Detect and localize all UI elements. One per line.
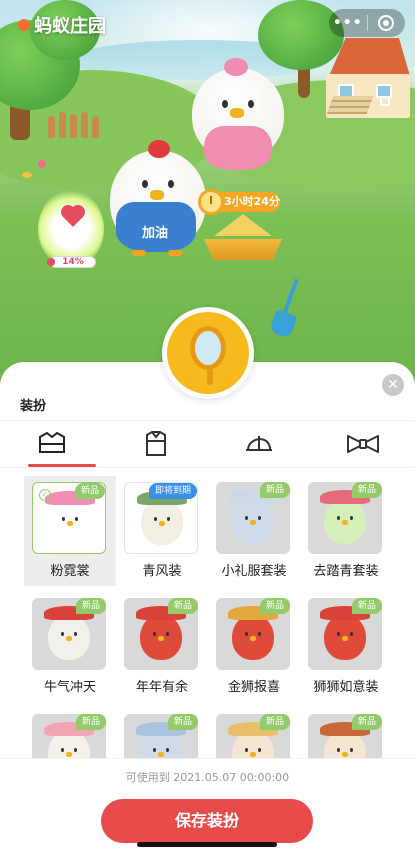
tray-icon[interactable] [380,96,390,106]
outfit-hen-image [232,498,274,544]
tab-accessory[interactable] [311,421,415,467]
selected-check-icon: ✓ [39,489,51,501]
player-hen[interactable]: 加油 [110,140,206,256]
new-badge: 新品 [259,714,290,730]
outfit-hen-image [49,499,91,545]
outfit-item[interactable]: 新品小礼服套装 [208,476,300,586]
pink-hen[interactable] [192,58,284,170]
outfit-label: 粉霓裳 [50,564,90,579]
expiring-badge: 即将到期 [148,483,197,499]
new-badge: 新品 [351,482,382,498]
close-circle-icon[interactable] [368,15,406,31]
outfit-label: 小礼服套装 [221,564,287,579]
outfit-label: 牛气冲天 [43,680,96,695]
sheet-footer: 可使用到 2021.05.07 00:00:00 保存装扮 [0,758,415,853]
outfit-thumbnail: 新品 [308,598,382,670]
new-badge: 新品 [167,598,198,614]
shirt-icon [145,431,166,456]
mini-program-capsule: ••• [329,9,405,37]
cap-icon [246,436,273,451]
outfit-label: 金狮报喜 [227,680,280,695]
outfit-thumbnail: 新品 [32,598,106,670]
sheet-title: 装扮 [20,399,47,414]
save-outfit-button[interactable]: 保存装扮 [101,799,313,843]
stairs [326,96,374,114]
shovel-icon[interactable] [268,278,300,340]
outfit-label: 青风装 [142,564,182,579]
outfit-item[interactable]: 新品去踏青套装 [300,476,392,586]
app-logo-icon [18,19,30,31]
new-badge: 新品 [75,598,106,614]
outfit-item[interactable]: 新品年年有余 [116,592,208,702]
progress-pin-icon [47,258,55,266]
outfit-thumbnail: 新品 [216,598,290,670]
tab-outfit[interactable] [0,421,104,467]
mirror-button[interactable] [162,307,254,399]
feed-timer-badge: 3小时24分 [198,189,280,215]
outfit-hen-image [140,614,182,660]
outfit-hen-image [48,614,90,660]
valid-until-text: 可使用到 2021.05.07 00:00:00 [125,771,290,784]
outfit-label: 去踏青套装 [313,564,379,579]
outfit-hen-image [141,499,183,545]
bowtie-icon [347,435,380,453]
egg-progress-bar: 14% [47,256,96,268]
outfit-thumbnail: 即将到期 [124,482,198,554]
app-title-text: 蚂蚁庄园 [34,16,106,37]
flower [38,160,46,168]
new-badge: 新品 [75,714,106,730]
outfit-label: 年年有余 [135,680,188,695]
fence [48,112,100,138]
outfit-thumbnail: 新品 [124,598,198,670]
new-badge: 新品 [259,598,290,614]
app-title: 蚂蚁庄园 [18,12,106,38]
outfit-item[interactable]: 新品狮狮如意装 [300,592,392,702]
flower [22,172,32,178]
new-badge: 新品 [351,598,382,614]
outfit-item[interactable]: 新品牛气冲天 [24,592,116,702]
timer-text: 3小时24分 [224,195,280,208]
clock-icon [198,189,224,215]
outfit-item[interactable]: 新品 ✓ 粉霓裳 [24,476,116,586]
category-tabs [0,420,415,468]
home-indicator [137,842,277,847]
more-dots-icon[interactable]: ••• [329,15,367,31]
new-badge: 新品 [167,714,198,730]
outfit-label: 狮狮如意装 [313,680,379,695]
outfit-hen-image [324,498,366,544]
overall-text: 加油 [142,226,169,241]
outfit-thumbnail: 新品 [216,482,290,554]
outfit-item[interactable]: 新品金狮报喜 [208,592,300,702]
tab-hat[interactable] [208,421,312,467]
new-badge: 新品 [74,483,105,499]
close-sheet-button[interactable]: ✕ [382,374,404,396]
feed-grain [214,214,272,236]
mirror-icon [190,326,226,385]
outfit-thumbnail: 新品 ✓ [32,482,106,554]
tab-shirt[interactable] [104,421,208,467]
outfit-hen-image [324,614,366,660]
outfit-icon [38,432,65,453]
new-badge: 新品 [351,714,382,730]
egg-progress-text: 14% [62,257,84,267]
outfit-item[interactable]: 即将到期青风装 [116,476,208,586]
outfit-thumbnail: 新品 [308,482,382,554]
new-badge: 新品 [259,482,290,498]
outfit-hen-image [232,614,274,660]
